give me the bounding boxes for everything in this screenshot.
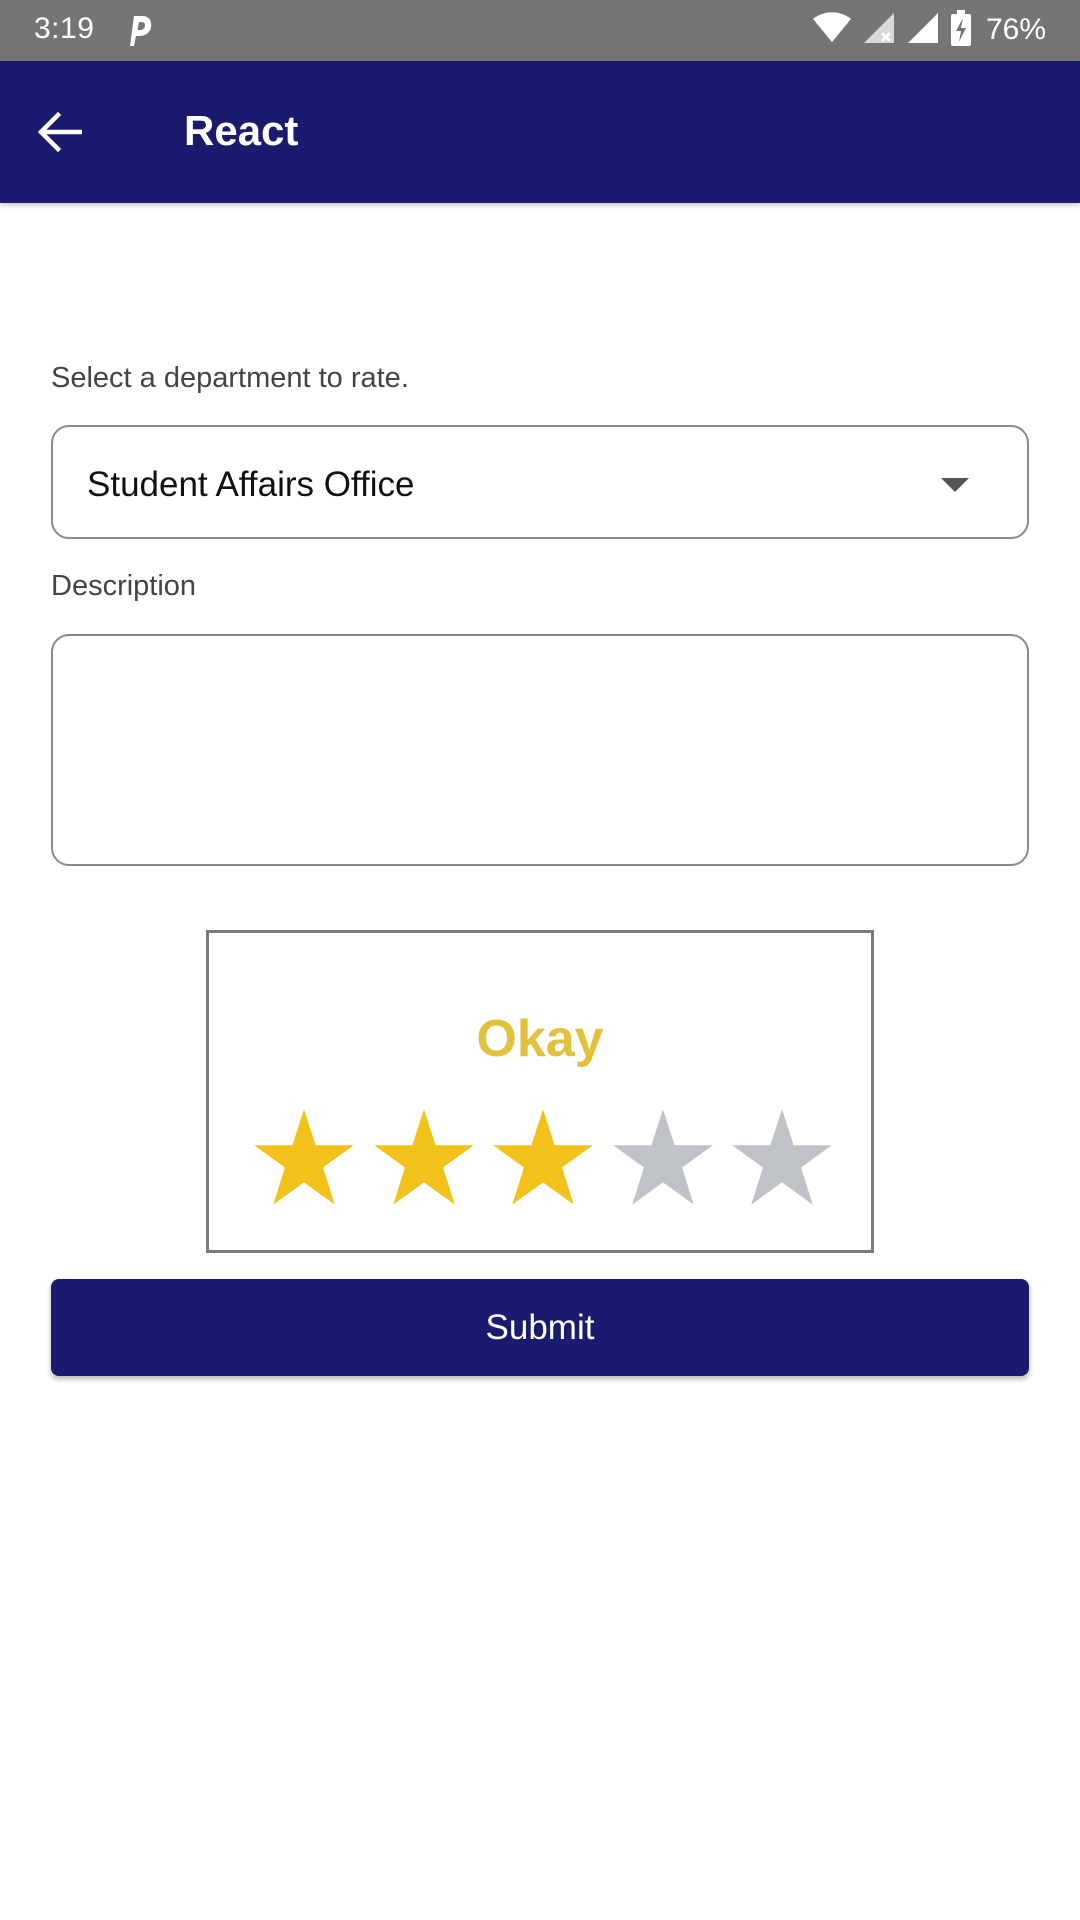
parking-icon	[124, 12, 154, 48]
star-empty-icon[interactable]	[610, 1105, 716, 1211]
description-label: Description	[51, 570, 197, 602]
signal-icon	[906, 11, 940, 50]
star-empty-icon[interactable]	[729, 1105, 835, 1211]
rating-card: Okay	[206, 930, 874, 1253]
arrow-back-icon	[38, 112, 82, 152]
star-filled-icon[interactable]	[490, 1105, 596, 1211]
app-bar: React	[0, 61, 1080, 203]
chevron-down-icon	[941, 478, 969, 492]
submit-button[interactable]: Submit	[51, 1279, 1029, 1376]
battery-charging-icon	[950, 9, 972, 51]
status-icons: 76%	[812, 9, 1046, 51]
star-rating[interactable]	[251, 1105, 835, 1215]
description-field[interactable]	[51, 634, 1029, 866]
signal-x-icon	[862, 11, 896, 50]
app-title: React	[184, 107, 299, 154]
status-time: 3:19	[34, 12, 95, 45]
star-filled-icon[interactable]	[371, 1105, 477, 1211]
department-selected-value: Student Affairs Office	[87, 465, 415, 504]
back-button[interactable]	[30, 102, 90, 162]
wifi-icon	[812, 11, 852, 49]
department-label: Select a department to rate.	[51, 362, 409, 394]
status-bar: 3:19 76%	[0, 0, 1080, 61]
rating-label: Okay	[476, 1010, 604, 1068]
star-filled-icon[interactable]	[251, 1105, 357, 1211]
department-dropdown[interactable]: Student Affairs Office	[51, 425, 1029, 539]
battery-percent: 76%	[985, 13, 1046, 46]
